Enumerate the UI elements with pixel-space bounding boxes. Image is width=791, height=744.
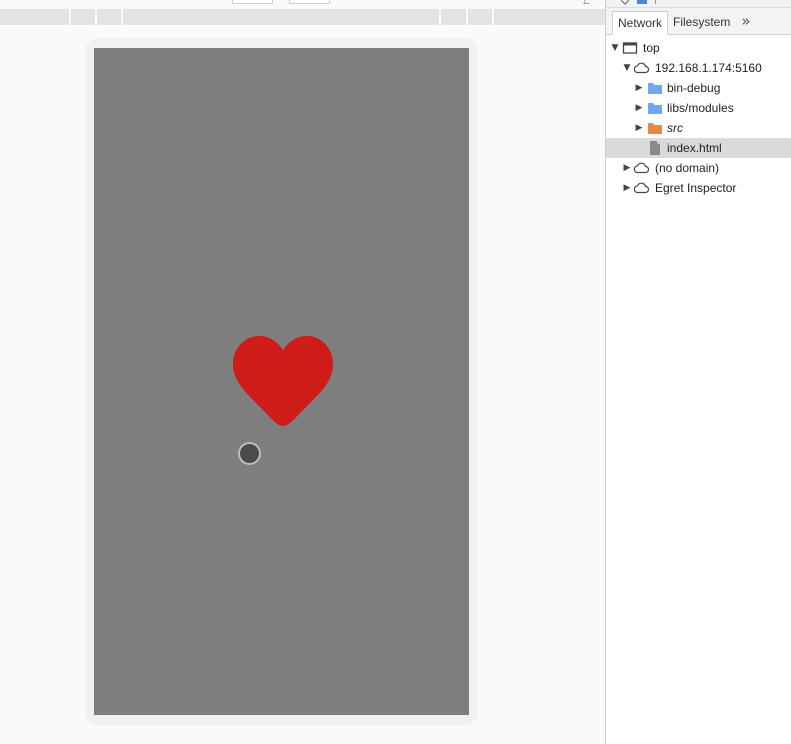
ruler-divider [439, 9, 441, 25]
tree-item-no-domain[interactable]: ▶ (no domain) [606, 158, 791, 178]
tree-item-label: top [643, 41, 660, 55]
ruler-divider [95, 9, 97, 25]
ruler-divider [466, 9, 468, 25]
touch-dot-icon [238, 442, 261, 465]
tree-item-label: Egret Inspector [655, 181, 737, 195]
collapsed-arrow-icon[interactable]: ▶ [634, 118, 644, 138]
separator-icon [655, 0, 656, 4]
device-ruler [0, 0, 605, 27]
panel-toolbar [606, 0, 791, 8]
collapsed-arrow-icon[interactable]: ▶ [634, 98, 644, 118]
file-tree: ▼ top ▼ 192.168.1.174:5160 ▶ bin-debug ▶… [606, 38, 791, 198]
device-toggle-icon[interactable] [620, 0, 630, 5]
navigator-tabbar: Network Filesystem » [606, 8, 791, 35]
cloud-icon [633, 62, 649, 74]
tree-item-label: (no domain) [655, 161, 720, 175]
ruler-divider [69, 9, 71, 25]
tab-network[interactable]: Network [612, 11, 669, 35]
collapsed-arrow-icon[interactable]: ▶ [622, 158, 632, 178]
collapsed-arrow-icon[interactable]: ▶ [634, 78, 644, 98]
cloud-icon [633, 162, 649, 174]
expanded-arrow-icon[interactable]: ▼ [610, 38, 620, 58]
tree-item-label: libs/modules [667, 101, 734, 115]
folder-icon [648, 103, 662, 114]
frame-icon [622, 42, 638, 54]
collapsed-arrow-icon[interactable]: ▶ [622, 178, 632, 198]
file-icon [650, 141, 660, 155]
tree-item-top[interactable]: ▼ top [606, 38, 791, 58]
folder-icon [648, 83, 662, 94]
tree-item-label: 192.168.1.174:5160 [655, 61, 762, 75]
media-query-bar[interactable] [0, 9, 605, 25]
cloud-icon [633, 182, 649, 194]
tab-filesystem[interactable]: Filesystem [668, 11, 735, 35]
tree-item-egret-inspector[interactable]: ▶ Egret Inspector [606, 178, 791, 198]
tree-item-label: bin-debug [667, 81, 721, 95]
tree-item-src[interactable]: ▶ src [606, 118, 791, 138]
tree-item-domain[interactable]: ▼ 192.168.1.174:5160 [606, 58, 791, 78]
folder-icon [648, 123, 662, 134]
tree-item-libs-modules[interactable]: ▶ libs/modules [606, 98, 791, 118]
device-zoom-box[interactable] [289, 0, 330, 4]
device-dimension-box[interactable] [232, 0, 273, 4]
expanded-arrow-icon[interactable]: ▼ [622, 58, 632, 78]
ruler-divider [492, 9, 494, 25]
more-tabs-icon[interactable]: » [738, 10, 754, 32]
tree-item-index-html[interactable]: index.html [606, 138, 791, 158]
ruler-divider [121, 9, 123, 25]
chevron-down-icon[interactable] [583, 0, 591, 4]
tree-item-label: index.html [667, 141, 722, 155]
sources-navigator: Network Filesystem » ▼ top ▼ 192.168.1.1… [605, 0, 791, 744]
tree-item-bin-debug[interactable]: ▶ bin-debug [606, 78, 791, 98]
tree-item-label: src [667, 121, 683, 135]
element-picker-icon[interactable] [636, 0, 648, 5]
heart-icon[interactable] [231, 334, 335, 430]
